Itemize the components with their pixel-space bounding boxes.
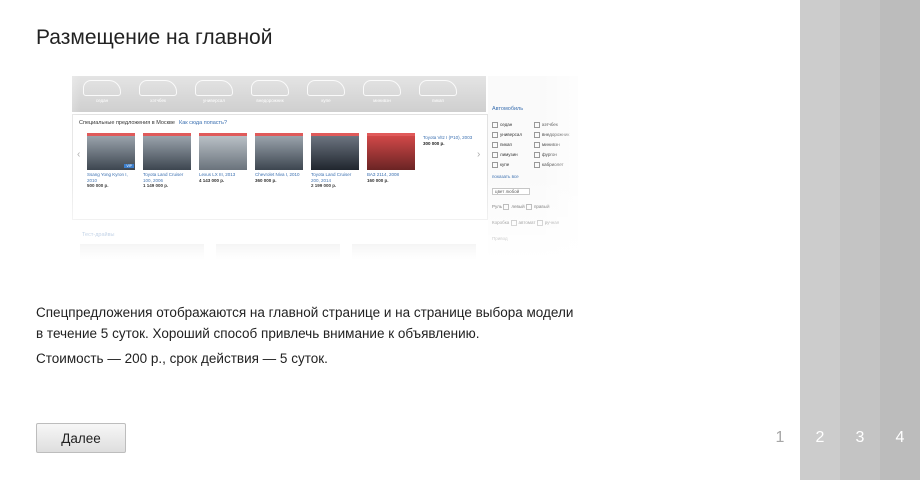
preview-category-bar: седан хэтчбек универсал внедорожник купе… [72, 76, 486, 112]
preview-category: минивэн [358, 80, 406, 103]
wizard-dialog: Размещение на главной седан хэтчбек унив… [0, 0, 800, 480]
feature-price: Стоимость — 200 р., срок действия — 5 су… [36, 351, 328, 366]
preview-offer: Lexus LX III, 2013 4 143 000 р. [199, 133, 249, 183]
next-button[interactable]: Далее [36, 423, 126, 453]
step-1[interactable]: 1 [760, 0, 800, 480]
preview-arrow-right-icon: › [477, 149, 481, 160]
preview-category: хэтчбек [134, 80, 182, 103]
feature-description: Спецпредложения отображаются на главной … [36, 305, 574, 341]
preview-offer: Chevrolet Niva I, 2010 360 000 р. [255, 133, 305, 183]
preview-heading: Специальные предложения в Москве Как сюда… [79, 120, 227, 126]
step-2[interactable]: 2 [800, 0, 840, 480]
preview-thumb [80, 244, 204, 260]
wizard-steps: 1 2 3 4 [760, 0, 920, 480]
preview-category: внедорожник [246, 80, 294, 103]
preview-filter-sidebar: Автомобиль седан хэтчбек универсал внедо… [488, 76, 578, 256]
step-3[interactable]: 3 [840, 0, 880, 480]
preview-category: купе [302, 80, 350, 103]
step-number: 2 [815, 429, 825, 446]
preview-category: пикап [414, 80, 462, 103]
step-number: 1 [775, 429, 785, 446]
preview-thumb [216, 244, 340, 260]
preview-offer: ВАЗ 2114, 2008 160 000 р. [367, 133, 417, 183]
preview-arrow-left-icon: ‹ [77, 149, 81, 160]
preview-offer: Toyota Land Cruiser 200, 2014 2 199 000 р… [311, 133, 361, 188]
step-4[interactable]: 4 [880, 0, 920, 480]
preview-test-drives-heading: Тест-драйвы [82, 232, 115, 238]
preview-category: универсал [190, 80, 238, 103]
preview-offers-panel: Специальные предложения в Москве Как сюда… [72, 114, 488, 220]
step-number: 3 [855, 429, 865, 446]
preview-category: седан [78, 80, 126, 103]
dialog-title: Размещение на главной [36, 26, 273, 49]
step-number: 4 [895, 429, 905, 446]
preview-offer: VIP Ssang Yong Kyron I, 2010 500 000 р. [87, 133, 137, 188]
preview-offer: Toyota Vitz I (P10), 2003 300 000 р. [423, 135, 473, 146]
preview-offer: Toyota Land Cruiser 100, 2006 1 149 000 р… [143, 133, 193, 188]
feature-preview-image: седан хэтчбек универсал внедорожник купе… [36, 70, 596, 260]
preview-thumb [352, 244, 476, 260]
